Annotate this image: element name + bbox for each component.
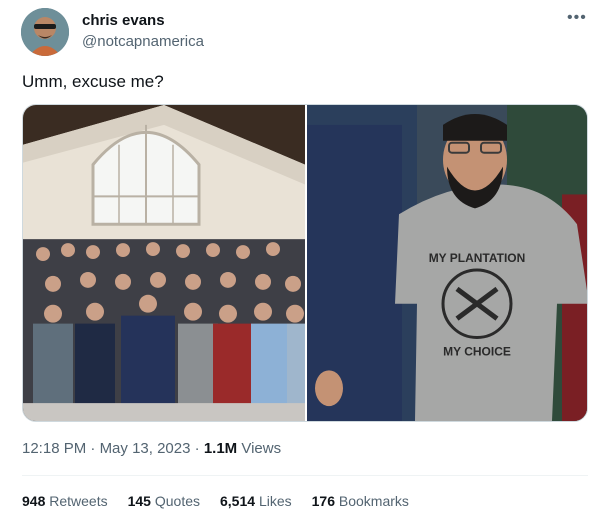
tweet-time[interactable]: 12:18 PM (22, 440, 86, 457)
quotes-count: 145 (127, 493, 151, 509)
likes-count: 6,514 (220, 493, 256, 509)
bookmarks-count: 176 (311, 493, 335, 509)
views-count: 1.1M (203, 440, 238, 457)
shirt-text-bottom: MY CHOICE (443, 344, 511, 358)
retweets-count: 948 (22, 493, 46, 509)
quotes-label: Quotes (154, 493, 200, 509)
author-handle[interactable]: @notcapnamerica (82, 33, 204, 50)
author-avatar[interactable] (21, 8, 69, 56)
likes-stat[interactable]: 6,514 Likes (220, 493, 292, 509)
tweet-media[interactable]: MY PLANTATION MY CHOICE (22, 104, 588, 422)
tweet-date[interactable]: May 13, 2023 (100, 440, 191, 457)
tweet-meta: 12:18 PM · May 13, 2023 · 1.1M Views (22, 440, 281, 457)
meta-separator: · (90, 440, 96, 457)
divider (22, 475, 588, 476)
meta-separator: · (194, 440, 200, 457)
shirt-closeup-photo[interactable]: MY PLANTATION MY CHOICE (307, 105, 587, 421)
likes-label: Likes (258, 493, 292, 509)
bookmarks-label: Bookmarks (338, 493, 409, 509)
group-photo[interactable] (23, 105, 305, 421)
author-display-name[interactable]: chris evans (82, 12, 165, 29)
engagement-stats: 948 Retweets 145 Quotes 6,514 Likes 176 … (22, 493, 409, 509)
bookmarks-stat[interactable]: 176 Bookmarks (312, 493, 409, 509)
views-label: Views (241, 440, 282, 457)
more-options-icon[interactable]: ••• (567, 9, 587, 27)
tweet-text: Umm, excuse me? (22, 72, 164, 91)
quotes-stat[interactable]: 145 Quotes (128, 493, 200, 509)
shirt-text-top: MY PLANTATION (429, 251, 526, 265)
retweets-label: Retweets (49, 493, 108, 509)
retweets-stat[interactable]: 948 Retweets (22, 493, 108, 509)
